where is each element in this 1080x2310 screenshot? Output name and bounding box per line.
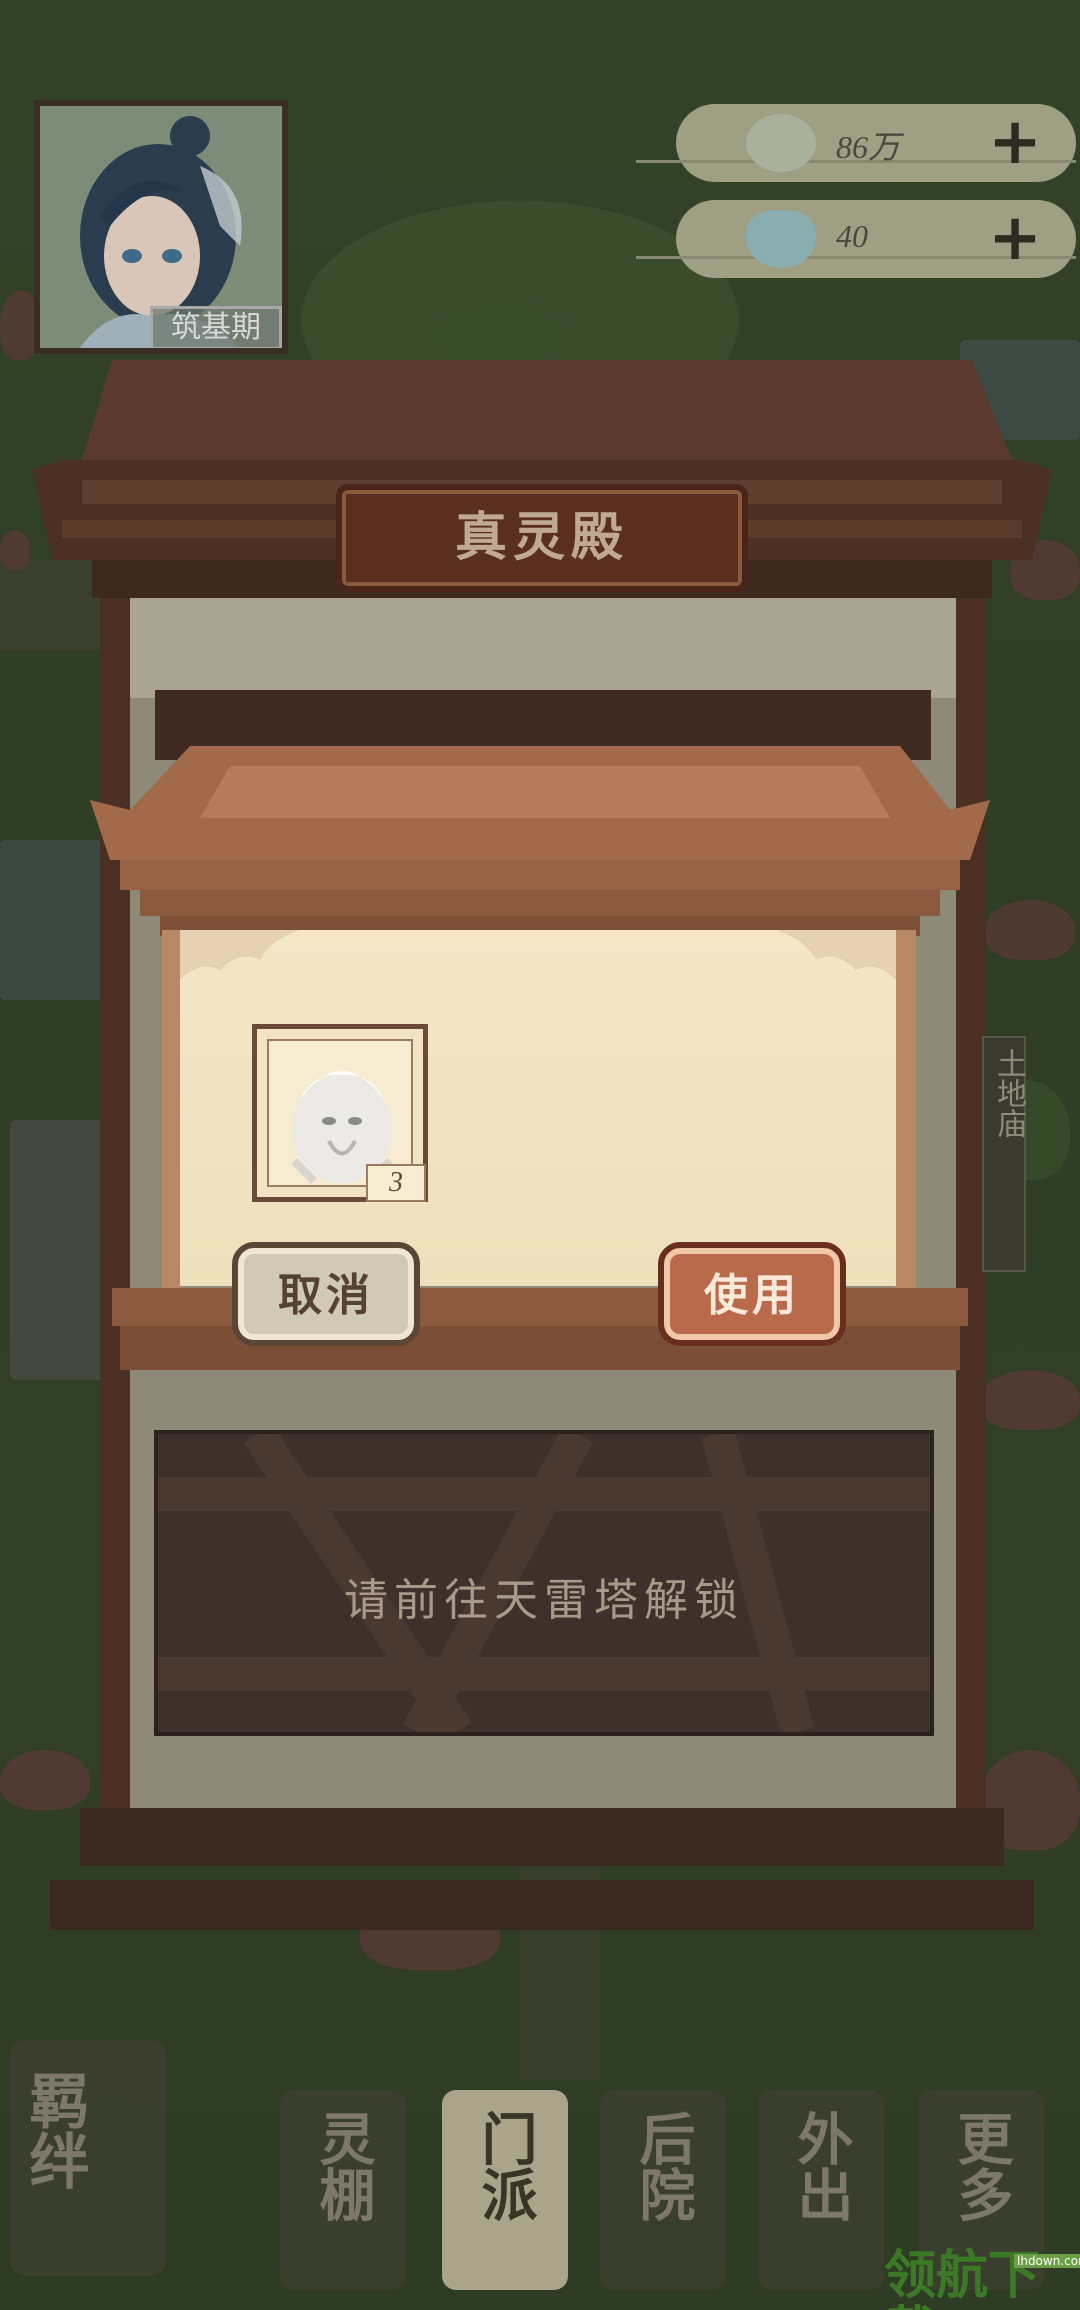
- tab-outing[interactable]: 外出: [758, 2090, 884, 2290]
- tab-backyard[interactable]: 后院: [600, 2090, 726, 2290]
- tab-bonds[interactable]: 羁绊: [10, 2040, 166, 2276]
- hall-base: [80, 1808, 1004, 1866]
- tab-label: 更多: [948, 2110, 1014, 2222]
- panel-frame-right: [894, 930, 916, 1300]
- stones-value: 86万: [836, 129, 901, 165]
- spirit-gem-icon: [746, 210, 816, 268]
- tab-label: 后院: [630, 2110, 696, 2222]
- cancel-button[interactable]: 取消: [232, 1242, 420, 1346]
- inner-roof: [90, 746, 990, 936]
- tab-label: 灵棚: [310, 2110, 376, 2222]
- use-button[interactable]: 使用: [658, 1242, 846, 1346]
- hall-foundation: [50, 1880, 1034, 1930]
- cloud-ornament: [180, 930, 896, 980]
- tab-sect[interactable]: 门派: [442, 2090, 568, 2290]
- locked-message: 请前往天雷塔解锁: [344, 1575, 744, 1626]
- hall-title-plaque: 真灵殿: [342, 490, 742, 586]
- player-avatar[interactable]: 筑基期: [34, 100, 288, 354]
- item-count: 3: [366, 1164, 426, 1202]
- tab-spirit-shed[interactable]: 灵棚: [280, 2090, 406, 2290]
- tab-label: 门派: [472, 2110, 538, 2222]
- tab-bonds-label: 羁绊: [19, 2070, 89, 2190]
- add-stones-button[interactable]: +: [976, 104, 1054, 182]
- currency-bar-gems: 40 +: [636, 200, 1076, 278]
- gems-value: 40: [836, 218, 868, 254]
- spirit-stone-icon: [746, 114, 816, 172]
- temple-sign: 土地庙: [982, 1036, 1026, 1272]
- realm-badge: 筑基期: [150, 306, 282, 348]
- watermark-url: lhdown.com: [1014, 2254, 1080, 2268]
- tab-label: 外出: [788, 2110, 854, 2222]
- locked-slot: 请前往天雷塔解锁: [154, 1430, 934, 1736]
- cloud-frieze: [130, 598, 956, 698]
- add-gems-button[interactable]: +: [976, 200, 1054, 278]
- currency-bar-stones: 86万 +: [636, 104, 1076, 182]
- hall-title: 真灵殿: [454, 507, 629, 568]
